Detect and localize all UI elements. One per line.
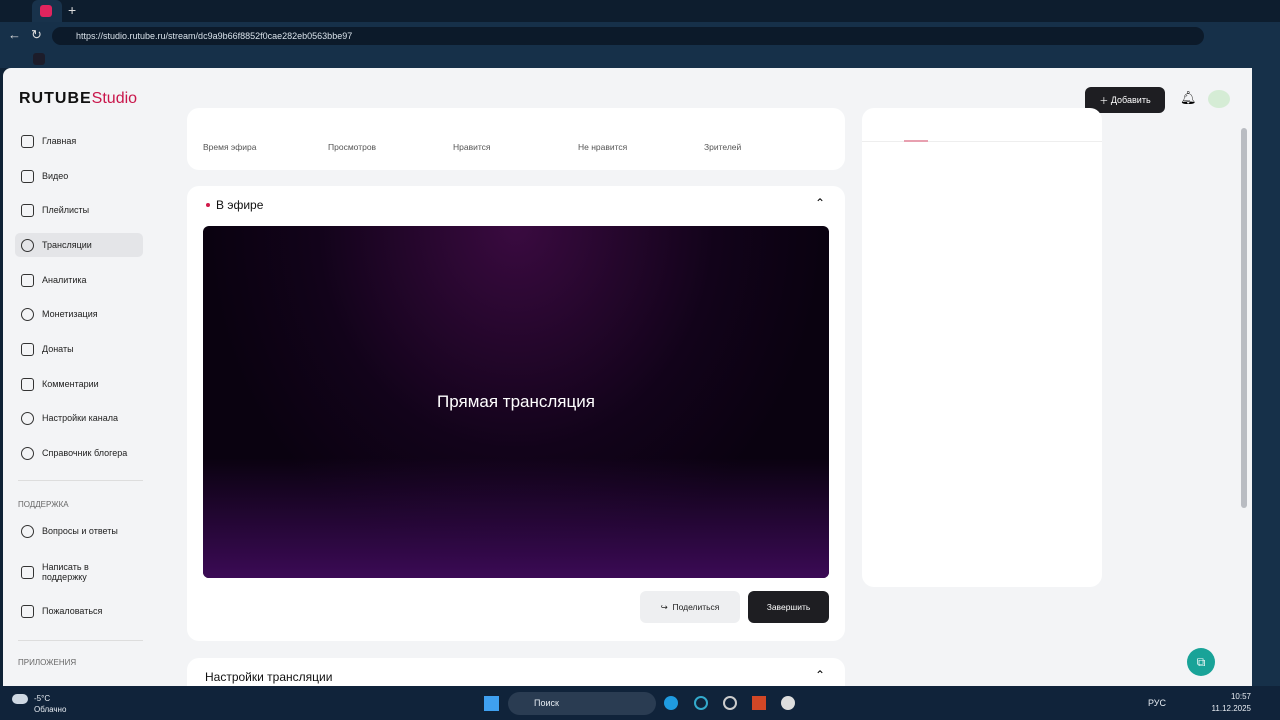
stats-card: Время эфира Просмотров Нравится Не нрави…: [187, 108, 845, 170]
chat-support-button[interactable]: ⧉: [1187, 648, 1215, 676]
windows-start-icon[interactable]: [484, 696, 499, 711]
support-section-title: ПОДДЕРЖКА: [18, 500, 69, 509]
sidebar-item-streams[interactable]: Трансляции: [15, 233, 143, 257]
live-title: В эфире: [216, 198, 264, 212]
app-icon[interactable]: [694, 696, 708, 710]
divider: [18, 480, 143, 481]
powerpoint-icon[interactable]: [752, 696, 766, 710]
broadcast-icon: [21, 238, 34, 252]
live-dot-icon: [206, 203, 210, 207]
address-bar[interactable]: https://studio.rutube.ru/stream/dc9a9b66…: [52, 27, 1204, 45]
apps-section-title: ПРИЛОЖЕНИЯ: [18, 658, 77, 667]
sidebar-item-label: Настройки канала: [42, 413, 119, 423]
stat-dislikes-label: Не нравится: [578, 142, 628, 152]
sidebar-item-playlists[interactable]: Плейлисты: [15, 198, 143, 222]
sidebar-item-video[interactable]: Видео: [15, 164, 143, 188]
stream-settings-card[interactable]: Настройки трансляции ⌃: [187, 658, 845, 686]
weather-icon: [12, 694, 28, 704]
stat-views-label: Просмотров: [328, 142, 377, 152]
sidebar-item-label: Монетизация: [42, 309, 98, 319]
new-tab-button[interactable]: +: [68, 2, 76, 18]
sidebar-item-comments[interactable]: Комментарии: [15, 372, 143, 396]
sidebar-item-contact-support[interactable]: Написать в поддержку: [15, 558, 143, 586]
taskbar-search[interactable]: Поиск: [508, 692, 656, 715]
weather-temp: -5°C: [34, 694, 51, 703]
divider: [18, 640, 143, 641]
scrollbar[interactable]: [1241, 128, 1247, 508]
donation-icon: [21, 342, 34, 356]
flag-icon: [21, 604, 34, 618]
gear-icon: [21, 411, 34, 425]
sidebar-item-label: Пожаловаться: [42, 606, 103, 616]
video-player[interactable]: Прямая трансляция: [203, 226, 829, 578]
obs-icon[interactable]: [723, 696, 737, 710]
taskbar: -5°C Облачно Поиск РУС 10:57 11.12.2025: [0, 686, 1280, 720]
browser-sidebar: [1252, 50, 1280, 686]
sidebar-item-label: Плейлисты: [42, 205, 90, 215]
question-icon: [21, 524, 34, 538]
sidebar-item-channel-settings[interactable]: Настройки канала: [15, 406, 143, 430]
clock-date[interactable]: 11.12.2025: [1208, 704, 1251, 713]
browser-tab[interactable]: [32, 0, 62, 22]
weather-desc: Облачно: [34, 705, 67, 714]
playlist-icon: [21, 203, 34, 217]
chat-panel: [862, 108, 1102, 587]
sidebar-item-home[interactable]: Главная: [15, 129, 143, 153]
stat-viewers-label: Зрителей: [704, 142, 742, 152]
ruble-icon: [21, 307, 34, 321]
sidebar-item-label: Комментарии: [42, 379, 99, 389]
media-player-icon[interactable]: [781, 696, 795, 710]
sidebar-item-blogger-guide[interactable]: Справочник блогера: [15, 441, 143, 465]
stream-settings-title: Настройки трансляции: [205, 670, 333, 684]
edge-icon[interactable]: [664, 696, 678, 710]
share-icon: ↪: [660, 601, 673, 612]
sidebar-item-report[interactable]: Пожаловаться: [15, 599, 143, 623]
sidebar-item-analytics[interactable]: Аналитика: [15, 268, 143, 292]
home-icon: [21, 134, 34, 148]
sidebar-item-label: Видео: [42, 171, 69, 181]
sidebar-item-donations[interactable]: Донаты: [15, 337, 143, 361]
info-icon: [21, 446, 34, 460]
sidebar-item-label: Вопросы и ответы: [42, 526, 118, 536]
favorites-bar: [0, 50, 1280, 68]
sidebar-item-label: Аналитика: [42, 275, 87, 285]
video-icon: [21, 169, 34, 183]
analytics-icon: [21, 273, 34, 287]
logo[interactable]: RUTUBEStudio: [19, 90, 137, 108]
sidebar-item-label: Трансляции: [42, 240, 92, 250]
finish-button[interactable]: Завершить: [748, 591, 829, 623]
divider: [862, 141, 1102, 142]
sidebar-item-faq[interactable]: Вопросы и ответы: [15, 519, 143, 543]
back-button[interactable]: ←: [8, 27, 21, 42]
expand-chevron-icon[interactable]: ⌃: [815, 668, 825, 682]
bell-icon[interactable]: 🔔︎: [1180, 90, 1197, 106]
sidebar-item-label: Главная: [42, 136, 77, 146]
stat-likes-label: Нравится: [453, 142, 491, 152]
language-indicator[interactable]: РУС: [1148, 698, 1166, 708]
rutube-bookmark-icon[interactable]: [33, 53, 45, 65]
sidebar-item-label: Донаты: [42, 344, 74, 354]
sidebar-item-label: Написать в поддержку: [42, 562, 89, 582]
sidebar-item-monetization[interactable]: Монетизация: [15, 302, 143, 326]
comment-icon: [21, 377, 34, 391]
share-button[interactable]: ↪ Поделиться: [640, 591, 740, 623]
browser-tabbar: [0, 0, 1280, 22]
active-tab-indicator: [904, 140, 928, 142]
page: RUTUBEStudio ＋ Добавить 🔔︎ Главная Видео…: [3, 68, 1252, 686]
stat-airtime-label: Время эфира: [203, 142, 257, 152]
reload-button[interactable]: ↻: [31, 27, 42, 43]
avatar[interactable]: [1208, 90, 1230, 108]
collapse-chevron-icon[interactable]: ⌃: [815, 196, 825, 210]
mail-icon: [21, 565, 34, 579]
video-title: Прямая трансляция: [437, 392, 595, 411]
add-button[interactable]: ＋ Добавить: [1085, 87, 1165, 113]
clock-time[interactable]: 10:57: [1217, 692, 1251, 701]
sidebar-item-label: Справочник блогера: [42, 448, 128, 458]
rutube-tab-icon: [40, 5, 52, 17]
